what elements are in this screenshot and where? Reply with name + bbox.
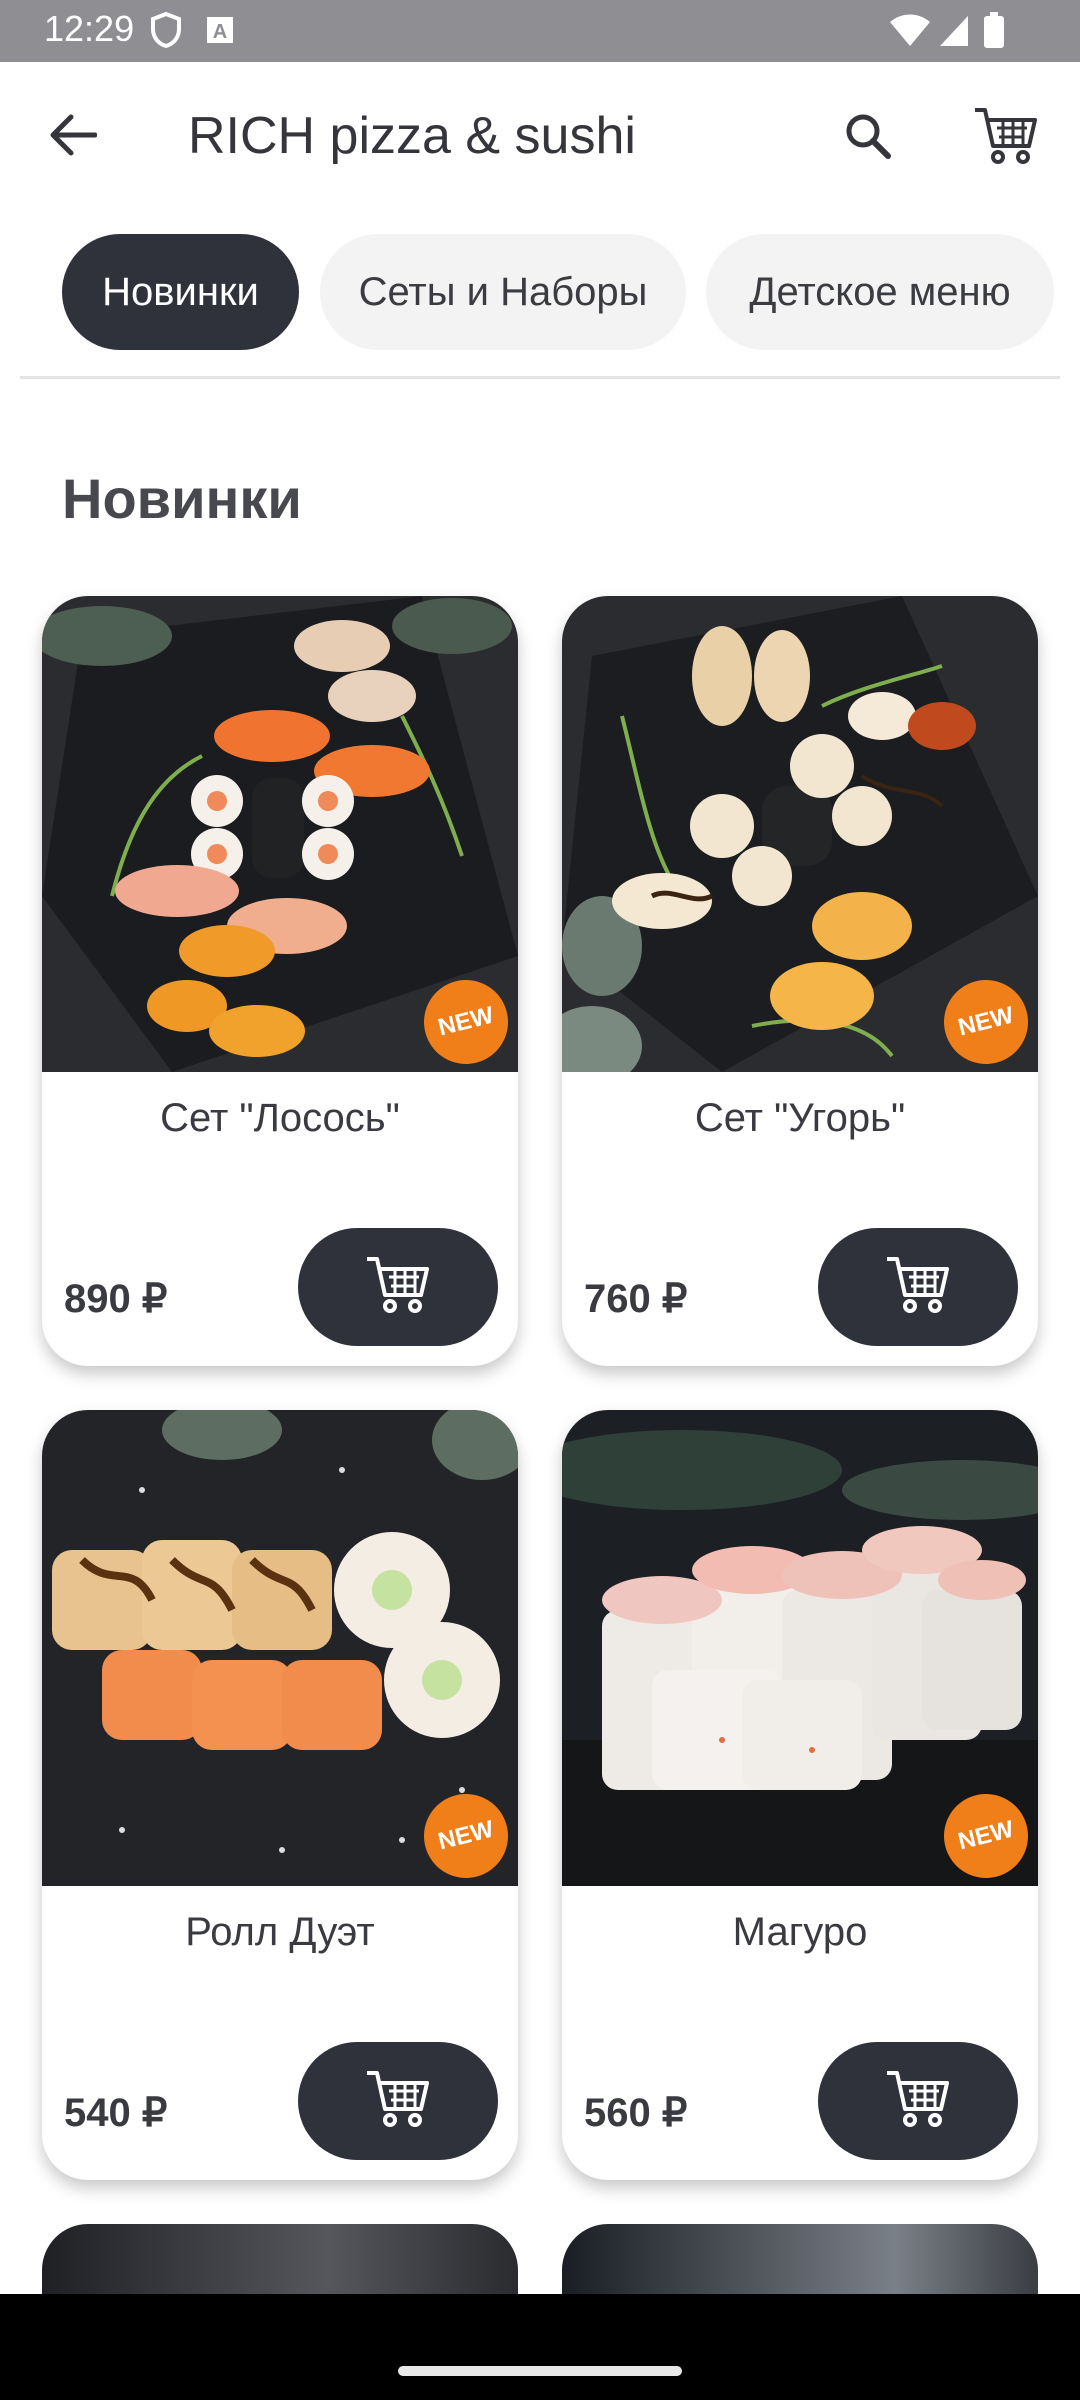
a-box-icon: A (206, 16, 234, 49)
svg-text:A: A (213, 21, 227, 43)
product-price: 560 ₽ (584, 2091, 688, 2135)
cart-icon (973, 106, 1039, 171)
app-bar: RICH pizza & sushi (0, 62, 1080, 212)
add-to-cart-button[interactable] (298, 1228, 498, 1346)
product-card-partial[interactable] (562, 2224, 1038, 2294)
product-photo: NEW (42, 1410, 518, 1886)
section-title: Новинки (62, 467, 302, 530)
status-bar: 12:29 A (0, 0, 1080, 62)
product-card[interactable]: NEW Ролл Дуэт 540 ₽ (42, 1410, 518, 2180)
cart-icon (365, 1255, 431, 1320)
tab-sets[interactable]: Сеты и Наборы (320, 234, 686, 350)
product-photo: NEW (562, 1410, 1038, 1886)
app-title: RICH pizza & sushi (188, 107, 636, 165)
product-price: 760 ₽ (584, 1277, 688, 1321)
search-icon (843, 111, 893, 166)
add-to-cart-button[interactable] (298, 2042, 498, 2160)
product-name: Ролл Дуэт (185, 1910, 375, 1954)
tabs-divider (20, 376, 1060, 379)
status-time: 12:29 (44, 8, 135, 49)
search-button[interactable] (830, 100, 906, 176)
add-to-cart-button[interactable] (818, 2042, 1018, 2160)
system-nav-bar (0, 2294, 1080, 2400)
back-arrow-icon (49, 113, 98, 162)
cart-icon (885, 1255, 951, 1320)
add-to-cart-button[interactable] (818, 1228, 1018, 1346)
product-name: Сет "Угорь" (694, 1096, 906, 1140)
product-photo: NEW (42, 596, 518, 1072)
product-card[interactable]: NEW Магуро 560 ₽ (562, 1410, 1038, 2180)
category-tabs: Новинки Сеты и Наборы Детское меню (0, 232, 1080, 358)
tab-kids-menu[interactable]: Детское меню (706, 234, 1054, 350)
product-card[interactable]: NEW Сет "Угорь" 760 ₽ (562, 596, 1038, 1366)
wifi-icon (890, 14, 930, 53)
product-photo: NEW (562, 596, 1038, 1072)
cart-button[interactable] (964, 98, 1048, 178)
cart-icon (365, 2069, 431, 2134)
product-price: 540 ₽ (64, 2091, 168, 2135)
product-price: 890 ₽ (64, 1277, 168, 1321)
product-name: Магуро (732, 1910, 868, 1954)
product-card[interactable]: NEW Сет "Лосось" 890 ₽ (42, 596, 518, 1366)
tab-novinki[interactable]: Новинки (62, 234, 299, 350)
product-card-partial[interactable] (42, 2224, 518, 2294)
battery-icon (984, 12, 1004, 53)
signal-icon (938, 14, 970, 53)
home-gesture-handle[interactable] (398, 2366, 682, 2376)
back-button[interactable] (36, 100, 110, 174)
product-name: Сет "Лосось" (160, 1096, 400, 1140)
shield-icon (150, 11, 182, 53)
cart-icon (885, 2069, 951, 2134)
